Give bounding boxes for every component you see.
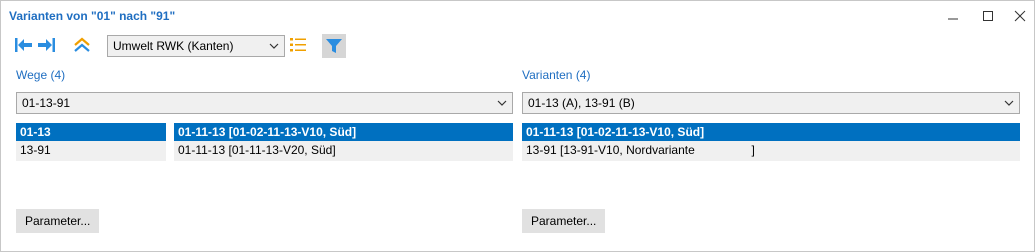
varianten-select[interactable]: 01-13 (A), 13-91 (B) (522, 92, 1020, 114)
varianten-parameter-button[interactable]: Parameter... (522, 209, 606, 233)
list-item[interactable]: 01-11-13 [01-02-11-13-V10, Süd] (522, 123, 1020, 141)
chevron-down-icon (496, 93, 508, 113)
wege-left-list[interactable]: 01-13 13-91 (16, 123, 166, 161)
wege-select-value: 01-13-91 (22, 96, 71, 110)
wege-right-list[interactable]: 01-11-13 [01-02-11-13-V10, Süd] 01-11-13… (174, 123, 513, 161)
close-button[interactable] (1011, 7, 1029, 25)
scenario-select[interactable]: Umwelt RWK (Kanten) (107, 35, 285, 57)
maximize-icon (983, 11, 993, 21)
list-item[interactable]: 13-91 (16, 141, 166, 159)
wege-select[interactable]: 01-13-91 (16, 92, 513, 114)
next-icon[interactable] (35, 34, 57, 56)
maximize-button[interactable] (979, 7, 997, 25)
wege-label: Wege (4) (16, 68, 66, 82)
first-icon[interactable] (13, 34, 35, 56)
close-icon (1014, 10, 1026, 22)
list-item[interactable]: 01-11-13 [01-11-13-V20, Süd] (174, 141, 513, 159)
dialog-window: Varianten von "01" nach "91" Umwelt RWK … (0, 0, 1035, 252)
window-title: Varianten von "01" nach "91" (9, 9, 176, 23)
scenario-select-value: Umwelt RWK (Kanten) (113, 39, 234, 53)
varianten-select-value: 01-13 (A), 13-91 (B) (528, 96, 635, 110)
list-icon[interactable] (287, 34, 309, 56)
wege-parameter-button[interactable]: Parameter... (16, 209, 100, 233)
varianten-list[interactable]: 01-11-13 [01-02-11-13-V10, Süd] 13-91 [1… (522, 123, 1020, 161)
filter-button[interactable] (322, 34, 346, 58)
chevron-down-icon (268, 36, 280, 56)
minimize-icon (948, 18, 958, 20)
filter-icon (326, 39, 342, 53)
chevron-down-icon (1003, 93, 1015, 113)
collapse-up-icon[interactable] (71, 34, 93, 56)
varianten-label: Varianten (4) (522, 68, 591, 82)
list-item[interactable]: 01-11-13 [01-02-11-13-V10, Süd] (174, 123, 513, 141)
list-item[interactable]: 01-13 (16, 123, 166, 141)
minimize-button[interactable] (944, 7, 962, 25)
list-item[interactable]: 13-91 [13-91-V10, Nordvariante ] (522, 141, 1020, 159)
